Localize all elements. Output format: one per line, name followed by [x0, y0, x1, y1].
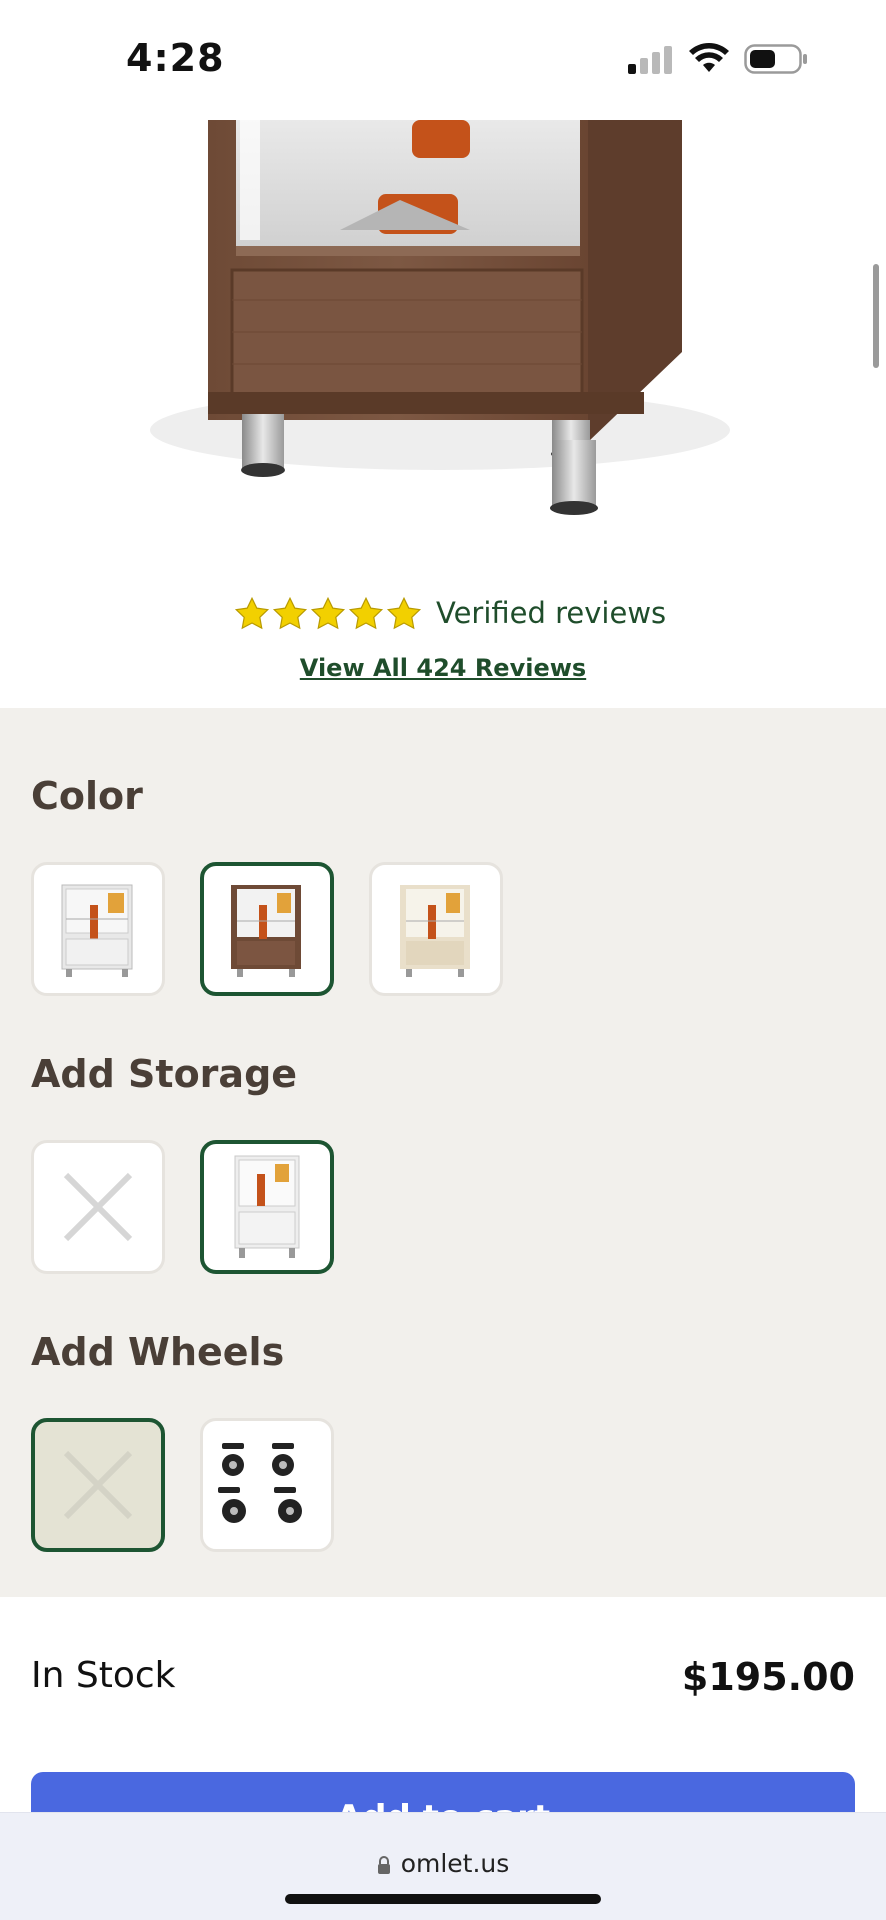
caster-wheels-thumbnail	[218, 1443, 302, 1523]
home-indicator[interactable]	[285, 1894, 601, 1904]
product-options-panel: Color Add Storage Add Wheels	[0, 708, 886, 1597]
color-section-title: Color	[31, 774, 143, 818]
star-icon	[310, 596, 346, 630]
status-bar: 4:28	[0, 0, 886, 120]
star-icon	[386, 596, 422, 630]
color-swatch-white[interactable]	[31, 862, 165, 996]
storage-cabinet-thumbnail	[234, 1155, 300, 1258]
view-all-reviews-link[interactable]: View All 424 Reviews	[0, 654, 886, 682]
status-time: 4:28	[126, 36, 225, 80]
hamster-cage-walnut-image	[150, 120, 730, 515]
lock-icon	[377, 1856, 390, 1874]
close-icon	[63, 1172, 133, 1242]
wheels-option-none[interactable]	[31, 1418, 165, 1552]
wheels-option-casters[interactable]	[200, 1418, 334, 1552]
white-cage-thumbnail	[61, 884, 133, 977]
wheels-section-title: Add Wheels	[31, 1330, 285, 1374]
color-swatch-walnut[interactable]	[200, 862, 334, 996]
star-icon	[348, 596, 384, 630]
wifi-icon	[689, 43, 729, 72]
verified-reviews-label: Verified reviews	[436, 596, 667, 630]
product-image[interactable]	[0, 120, 886, 570]
star-icon	[272, 596, 308, 630]
url-text: omlet.us	[400, 1849, 510, 1878]
url-display[interactable]: omlet.us	[0, 1849, 886, 1878]
scrollbar[interactable]	[873, 264, 879, 368]
storage-option-cabinet[interactable]	[200, 1140, 334, 1274]
color-swatch-oak[interactable]	[369, 862, 503, 996]
reviews-summary: Verified reviews View All 424 Reviews	[0, 590, 886, 708]
cellular-signal-icon	[628, 46, 674, 74]
walnut-cage-thumbnail	[231, 885, 301, 977]
oak-cage-thumbnail	[400, 885, 470, 977]
purchase-section: In Stock $195.00 Add to cart	[0, 1597, 886, 1852]
product-price: $195.00	[681, 1655, 855, 1699]
battery-icon	[744, 44, 807, 74]
close-icon	[63, 1450, 133, 1520]
stock-status: In Stock	[31, 1655, 176, 1696]
storage-option-none[interactable]	[31, 1140, 165, 1274]
rating-stars	[234, 596, 422, 634]
star-icon	[234, 596, 270, 630]
storage-section-title: Add Storage	[31, 1052, 298, 1096]
